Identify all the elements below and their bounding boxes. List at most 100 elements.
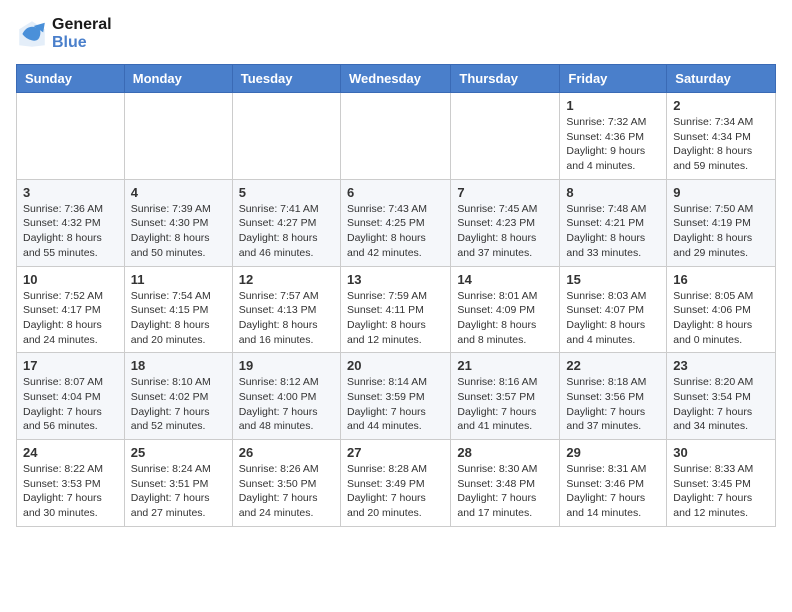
- day-number: 30: [673, 445, 769, 460]
- day-info: Sunrise: 7:32 AM Sunset: 4:36 PM Dayligh…: [566, 115, 660, 174]
- logo-text: General Blue: [52, 16, 112, 52]
- weekday-header-wednesday: Wednesday: [340, 65, 450, 93]
- day-info: Sunrise: 8:31 AM Sunset: 3:46 PM Dayligh…: [566, 462, 660, 521]
- calendar-day-11: 11 Sunrise: 7:54 AM Sunset: 4:15 PM Dayli…: [124, 266, 232, 353]
- calendar-day-20: 20Sunrise: 8:14 AM Sunset: 3:59 PM Dayli…: [340, 353, 450, 440]
- day-number: 19: [239, 358, 334, 373]
- day-number: 24: [23, 445, 118, 460]
- day-number: 12: [239, 272, 334, 287]
- calendar-day-28: 28Sunrise: 8:30 AM Sunset: 3:48 PM Dayli…: [451, 440, 560, 527]
- day-info: Sunrise: 8:07 AM Sunset: 4:04 PM Dayligh…: [23, 375, 118, 434]
- calendar-day-26: 26 Sunrise: 8:26 AM Sunset: 3:50 PM Dayli…: [232, 440, 340, 527]
- day-number: 21: [457, 358, 553, 373]
- day-number: 27: [347, 445, 444, 460]
- day-number: 6: [347, 185, 444, 200]
- weekday-header-friday: Friday: [560, 65, 667, 93]
- day-number: 11: [131, 272, 226, 287]
- day-info: Sunrise: 7:48 AM Sunset: 4:21 PM Dayligh…: [566, 202, 660, 261]
- day-info: Sunrise: 7:43 AM Sunset: 4:25 PM Dayligh…: [347, 202, 444, 261]
- calendar-day-27: 27 Sunrise: 8:28 AM Sunset: 3:49 PM Dayli…: [340, 440, 450, 527]
- day-number: 26: [239, 445, 334, 460]
- calendar-header-row: SundayMondayTuesdayWednesdayThursdayFrid…: [17, 65, 776, 93]
- calendar-day-25: 25 Sunrise: 8:24 AM Sunset: 3:51 PM Dayli…: [124, 440, 232, 527]
- day-number: 7: [457, 185, 553, 200]
- calendar-table: SundayMondayTuesdayWednesdayThursdayFrid…: [16, 64, 776, 527]
- day-number: 25: [131, 445, 226, 460]
- day-number: 10: [23, 272, 118, 287]
- day-number: 9: [673, 185, 769, 200]
- day-info: Sunrise: 7:45 AM Sunset: 4:23 PM Dayligh…: [457, 202, 553, 261]
- day-info: Sunrise: 8:28 AM Sunset: 3:49 PM Dayligh…: [347, 462, 444, 521]
- day-number: 18: [131, 358, 226, 373]
- calendar-day-29: 29 Sunrise: 8:31 AM Sunset: 3:46 PM Dayli…: [560, 440, 667, 527]
- day-info: Sunrise: 7:59 AM Sunset: 4:11 PM Dayligh…: [347, 289, 444, 348]
- day-info: Sunrise: 8:10 AM Sunset: 4:02 PM Dayligh…: [131, 375, 226, 434]
- calendar-day-19: 19 Sunrise: 8:12 AM Sunset: 4:00 PM Dayli…: [232, 353, 340, 440]
- day-info: Sunrise: 8:22 AM Sunset: 3:53 PM Dayligh…: [23, 462, 118, 521]
- day-number: 16: [673, 272, 769, 287]
- weekday-header-monday: Monday: [124, 65, 232, 93]
- day-info: Sunrise: 7:41 AM Sunset: 4:27 PM Dayligh…: [239, 202, 334, 261]
- day-number: 13: [347, 272, 444, 287]
- day-info: Sunrise: 8:18 AM Sunset: 3:56 PM Dayligh…: [566, 375, 660, 434]
- weekday-header-thursday: Thursday: [451, 65, 560, 93]
- calendar-empty-cell: [232, 93, 340, 180]
- calendar-day-16: 16 Sunrise: 8:05 AM Sunset: 4:06 PM Dayli…: [667, 266, 776, 353]
- calendar-day-2: 2 Sunrise: 7:34 AM Sunset: 4:34 PM Daylig…: [667, 93, 776, 180]
- calendar-day-3: 3 Sunrise: 7:36 AM Sunset: 4:32 PM Daylig…: [17, 179, 125, 266]
- day-info: Sunrise: 7:50 AM Sunset: 4:19 PM Dayligh…: [673, 202, 769, 261]
- calendar-empty-cell: [17, 93, 125, 180]
- day-number: 2: [673, 98, 769, 113]
- day-info: Sunrise: 8:33 AM Sunset: 3:45 PM Dayligh…: [673, 462, 769, 521]
- day-number: 29: [566, 445, 660, 460]
- calendar-day-4: 4Sunrise: 7:39 AM Sunset: 4:30 PM Daylig…: [124, 179, 232, 266]
- day-info: Sunrise: 8:16 AM Sunset: 3:57 PM Dayligh…: [457, 375, 553, 434]
- calendar-week-row: 10 Sunrise: 7:52 AM Sunset: 4:17 PM Dayli…: [17, 266, 776, 353]
- calendar-day-10: 10 Sunrise: 7:52 AM Sunset: 4:17 PM Dayli…: [17, 266, 125, 353]
- day-number: 1: [566, 98, 660, 113]
- day-info: Sunrise: 7:52 AM Sunset: 4:17 PM Dayligh…: [23, 289, 118, 348]
- weekday-header-sunday: Sunday: [17, 65, 125, 93]
- calendar-day-9: 9 Sunrise: 7:50 AM Sunset: 4:19 PM Daylig…: [667, 179, 776, 266]
- day-number: 3: [23, 185, 118, 200]
- day-info: Sunrise: 8:12 AM Sunset: 4:00 PM Dayligh…: [239, 375, 334, 434]
- calendar-day-14: 14 Sunrise: 8:01 AM Sunset: 4:09 PM Dayli…: [451, 266, 560, 353]
- day-info: Sunrise: 8:26 AM Sunset: 3:50 PM Dayligh…: [239, 462, 334, 521]
- page-header: General Blue: [16, 16, 776, 52]
- day-info: Sunrise: 7:34 AM Sunset: 4:34 PM Dayligh…: [673, 115, 769, 174]
- weekday-header-tuesday: Tuesday: [232, 65, 340, 93]
- day-number: 14: [457, 272, 553, 287]
- logo-icon: [16, 18, 48, 50]
- day-info: Sunrise: 7:36 AM Sunset: 4:32 PM Dayligh…: [23, 202, 118, 261]
- day-number: 5: [239, 185, 334, 200]
- day-info: Sunrise: 8:24 AM Sunset: 3:51 PM Dayligh…: [131, 462, 226, 521]
- calendar-week-row: 24 Sunrise: 8:22 AM Sunset: 3:53 PM Dayli…: [17, 440, 776, 527]
- calendar-week-row: 3 Sunrise: 7:36 AM Sunset: 4:32 PM Daylig…: [17, 179, 776, 266]
- day-number: 17: [23, 358, 118, 373]
- calendar-week-row: 17 Sunrise: 8:07 AM Sunset: 4:04 PM Dayli…: [17, 353, 776, 440]
- calendar-day-17: 17 Sunrise: 8:07 AM Sunset: 4:04 PM Dayli…: [17, 353, 125, 440]
- calendar-empty-cell: [340, 93, 450, 180]
- day-info: Sunrise: 8:03 AM Sunset: 4:07 PM Dayligh…: [566, 289, 660, 348]
- calendar-day-5: 5 Sunrise: 7:41 AM Sunset: 4:27 PM Daylig…: [232, 179, 340, 266]
- day-info: Sunrise: 7:54 AM Sunset: 4:15 PM Dayligh…: [131, 289, 226, 348]
- calendar-day-23: 23Sunrise: 8:20 AM Sunset: 3:54 PM Dayli…: [667, 353, 776, 440]
- day-number: 22: [566, 358, 660, 373]
- calendar-day-12: 12Sunrise: 7:57 AM Sunset: 4:13 PM Dayli…: [232, 266, 340, 353]
- calendar-day-18: 18 Sunrise: 8:10 AM Sunset: 4:02 PM Dayli…: [124, 353, 232, 440]
- day-info: Sunrise: 8:05 AM Sunset: 4:06 PM Dayligh…: [673, 289, 769, 348]
- calendar-day-22: 22 Sunrise: 8:18 AM Sunset: 3:56 PM Dayli…: [560, 353, 667, 440]
- calendar-day-15: 15 Sunrise: 8:03 AM Sunset: 4:07 PM Dayli…: [560, 266, 667, 353]
- calendar-week-row: 1 Sunrise: 7:32 AM Sunset: 4:36 PM Daylig…: [17, 93, 776, 180]
- day-info: Sunrise: 8:01 AM Sunset: 4:09 PM Dayligh…: [457, 289, 553, 348]
- calendar-day-30: 30 Sunrise: 8:33 AM Sunset: 3:45 PM Dayli…: [667, 440, 776, 527]
- day-info: Sunrise: 8:14 AM Sunset: 3:59 PM Dayligh…: [347, 375, 444, 434]
- calendar-day-1: 1 Sunrise: 7:32 AM Sunset: 4:36 PM Daylig…: [560, 93, 667, 180]
- logo: General Blue: [16, 16, 112, 52]
- day-number: 15: [566, 272, 660, 287]
- calendar-day-7: 7 Sunrise: 7:45 AM Sunset: 4:23 PM Daylig…: [451, 179, 560, 266]
- day-number: 4: [131, 185, 226, 200]
- day-info: Sunrise: 8:20 AM Sunset: 3:54 PM Dayligh…: [673, 375, 769, 434]
- calendar-empty-cell: [451, 93, 560, 180]
- calendar-day-6: 6 Sunrise: 7:43 AM Sunset: 4:25 PM Daylig…: [340, 179, 450, 266]
